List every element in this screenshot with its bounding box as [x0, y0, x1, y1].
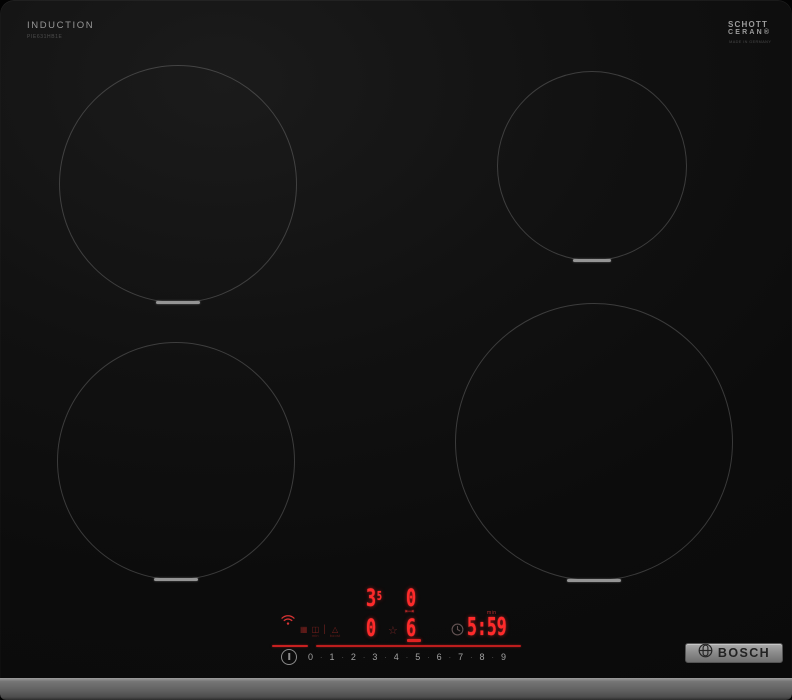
- cooking-zone-front-left: [57, 342, 295, 581]
- cooking-zone-back-right: [497, 71, 687, 262]
- power-scale-digit-3[interactable]: 3: [372, 652, 377, 662]
- timer-clock-icon[interactable]: [451, 623, 464, 641]
- pan-position-mark: [573, 258, 611, 262]
- cooking-zone-front-right: [455, 303, 733, 582]
- pause-key[interactable]: ▦: [300, 626, 308, 634]
- induction-type-label: INDUCTION: [27, 20, 95, 31]
- boost-key[interactable]: △ boost: [330, 626, 341, 639]
- front-metal-trim: [0, 678, 792, 700]
- pan-position-mark: [567, 578, 621, 582]
- display-front-left-level: 0: [366, 614, 377, 642]
- move-indicator-icon: ⇤⇥: [405, 609, 414, 615]
- schott-logo-line1: SCHOTT: [728, 20, 769, 29]
- pan-position-mark: [154, 577, 198, 581]
- timer-display: 5:59: [467, 612, 507, 641]
- schott-logo-line2: CERAN®: [728, 29, 772, 37]
- display-front-right-level: 6: [406, 614, 417, 642]
- power-scale-separator: ·: [448, 652, 452, 662]
- power-scale-separator: ·: [427, 652, 430, 662]
- schott-small-print: MADE IN GERMANY: [729, 40, 772, 45]
- power-scale-digit-8[interactable]: 8: [480, 652, 485, 662]
- wifi-icon: [281, 613, 295, 631]
- power-scale-separator: ·: [491, 652, 495, 662]
- power-scale-digit-2[interactable]: 2: [351, 652, 356, 662]
- power-scale-separator: ·: [384, 652, 387, 662]
- selected-zone-underline: [407, 639, 421, 642]
- power-scale[interactable]: 0 · 1 · 2 · 3 · 4 · 5 · 6 · 7 · 8 · 9: [308, 650, 506, 664]
- favorite-star-icon[interactable]: ☆: [388, 624, 398, 637]
- power-scale-digit-7[interactable]: 7: [458, 652, 463, 662]
- power-scale-digit-0[interactable]: 0: [308, 652, 313, 662]
- pan-transfer-icon: ◫: [311, 625, 320, 634]
- boost-icon: △: [332, 625, 339, 634]
- cooking-zone-back-left: [59, 65, 297, 304]
- power-scale-digit-9[interactable]: 9: [501, 652, 506, 662]
- function-key-cluster: ▦ ◫ min | △ boost: [300, 624, 341, 639]
- display-back-right-level: 0: [406, 584, 417, 612]
- divider: |: [323, 624, 326, 635]
- grid-icon: ▦: [300, 625, 308, 634]
- model-code-label: PIE631HB1E: [27, 34, 63, 40]
- power-line-segment-right: [316, 645, 521, 647]
- power-scale-digit-6[interactable]: 6: [437, 652, 442, 662]
- timer-unit-label: min: [487, 610, 497, 616]
- power-scale-digit-5[interactable]: 5: [415, 652, 420, 662]
- schott-ceran-logo: SCHOTT CERAN® MADE IN GERMANY: [728, 20, 771, 45]
- power-scale-separator: ·: [405, 652, 409, 662]
- level-main: 3: [366, 584, 377, 612]
- bosch-logo-text: BOSCH: [717, 645, 771, 660]
- min-label: min: [311, 634, 319, 638]
- timer-function-key[interactable]: ◫ min: [312, 626, 320, 639]
- induction-cooktop: INDUCTION PIE631HB1E SCHOTT CERAN® MADE …: [0, 0, 792, 700]
- boost-label: boost: [329, 634, 341, 638]
- bosch-badge: BOSCH: [685, 643, 783, 663]
- pan-position-mark: [156, 300, 200, 304]
- level-decimal: 5: [376, 589, 382, 603]
- power-button[interactable]: [281, 649, 297, 665]
- bosch-armature-icon: [698, 643, 713, 663]
- power-icon: [288, 653, 290, 660]
- power-scale-separator: ·: [362, 652, 366, 662]
- power-scale-digit-4[interactable]: 4: [394, 652, 399, 662]
- power-line-segment-left: [272, 645, 308, 647]
- display-back-left-level: 35: [366, 586, 382, 610]
- power-scale-digit-1[interactable]: 1: [329, 652, 334, 662]
- power-scale-separator: ·: [469, 652, 473, 662]
- power-scale-separator: ·: [341, 652, 344, 662]
- power-scale-separator: ·: [319, 652, 323, 662]
